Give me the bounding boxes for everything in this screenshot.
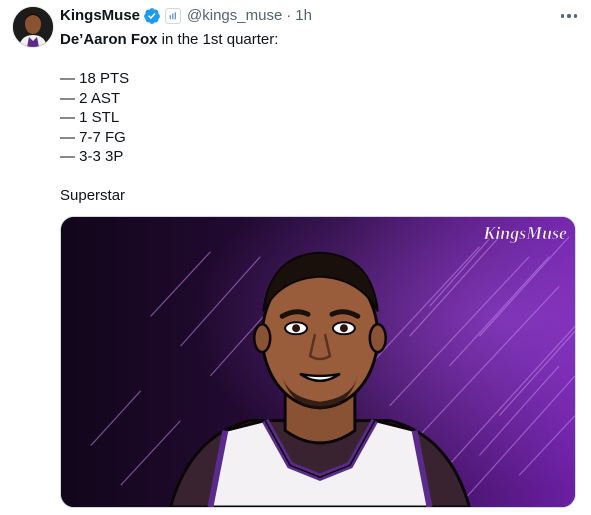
tweet-header: KingsMuse @kings_muse · 1h xyxy=(60,6,577,26)
stat-line: — 1 STL xyxy=(60,109,120,126)
closing-line: Superstar xyxy=(60,187,126,204)
player-mention: De’Aaron Fox xyxy=(60,31,158,48)
stat-line: — 3-3 3P xyxy=(60,148,124,165)
affiliate-badge-icon[interactable] xyxy=(165,8,182,24)
tweet-intro-line: De’Aaron Fox in the 1st quarter: xyxy=(60,30,575,50)
stat-line: — 2 AST xyxy=(60,89,121,107)
display-name[interactable]: KingsMuse xyxy=(60,6,140,26)
avatar[interactable] xyxy=(12,6,54,48)
intro-rest: in the 1st quarter: xyxy=(157,31,279,48)
player-illustration: KingsMuse xyxy=(61,217,575,507)
timestamp[interactable]: 1h xyxy=(295,6,312,26)
avatar-image xyxy=(13,7,53,47)
more-options-icon[interactable] xyxy=(560,6,577,26)
media-watermark: KingsMuse xyxy=(482,223,567,243)
stat-line: — 7-7 FG xyxy=(60,128,126,146)
stat-line: — 18 PTS xyxy=(60,70,130,87)
verified-check-icon xyxy=(143,7,161,25)
tweet-media[interactable]: KingsMuse xyxy=(60,216,576,508)
separator-dot: · xyxy=(286,7,292,24)
tweet: KingsMuse @kings_muse · 1h De’Aaron Fox … xyxy=(0,0,591,515)
tweet-text: De’Aaron Fox in the 1st quarter: — 18 PT… xyxy=(60,30,575,206)
user-handle[interactable]: @kings_muse xyxy=(187,6,282,26)
